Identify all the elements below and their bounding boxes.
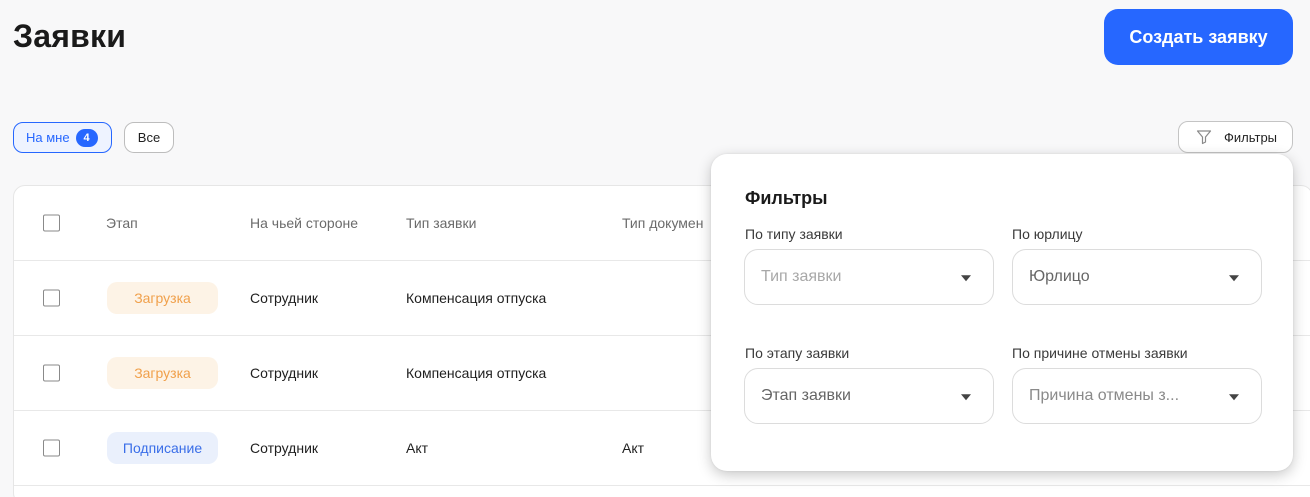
type-cell: Акт bbox=[406, 440, 429, 456]
create-request-button[interactable]: Создать заявку bbox=[1104, 9, 1293, 65]
column-header-stage[interactable]: Этап bbox=[106, 215, 138, 231]
side-cell: Сотрудник bbox=[250, 365, 319, 381]
column-header-type[interactable]: Тип заявки bbox=[406, 215, 476, 231]
row-checkbox[interactable] bbox=[43, 289, 60, 307]
row-checkbox[interactable] bbox=[43, 439, 60, 457]
side-cell: Сотрудник bbox=[250, 290, 319, 306]
funnel-icon bbox=[1196, 130, 1212, 145]
filter-label-legal-entity: По юрлицу bbox=[1012, 226, 1083, 242]
column-header-doc-type[interactable]: Тип докумен bbox=[622, 215, 703, 231]
stage-badge: Загрузка bbox=[107, 357, 218, 389]
filter-label-request-type: По типу заявки bbox=[745, 226, 843, 242]
chevron-down-icon bbox=[961, 275, 971, 282]
type-cell: Компенсация отпуска bbox=[406, 290, 547, 306]
column-header-side[interactable]: На чьей стороне bbox=[250, 215, 358, 231]
filter-label-cancel-reason: По причине отмены заявки bbox=[1012, 345, 1188, 361]
tab-all-label: Все bbox=[137, 130, 161, 145]
stage-placeholder: Этап заявки bbox=[761, 387, 851, 404]
stage-badge: Загрузка bbox=[107, 282, 218, 314]
select-all-checkbox[interactable] bbox=[43, 214, 60, 232]
filter-label-stage: По этапу заявки bbox=[745, 345, 850, 361]
filters-panel-title: Фильтры bbox=[745, 188, 828, 208]
request-type-placeholder: Тип заявки bbox=[761, 268, 842, 285]
tab-mine-count-badge: 4 bbox=[75, 128, 98, 147]
doc-type-cell: Акт bbox=[622, 440, 645, 456]
cancel-reason-placeholder: Причина отмены з... bbox=[1029, 387, 1180, 404]
filters-panel: Фильтры По типу заявки Тип заявки По юрл… bbox=[711, 154, 1293, 471]
cancel-reason-select[interactable]: Причина отмены з... bbox=[1012, 368, 1262, 424]
page-title: Заявки bbox=[13, 18, 127, 54]
filters-button-label: Фильтры bbox=[1224, 129, 1278, 145]
tab-mine-label: На мне bbox=[26, 130, 70, 145]
stage-badge: Подписание bbox=[107, 432, 218, 464]
request-type-select[interactable]: Тип заявки bbox=[744, 249, 994, 305]
legal-entity-select[interactable]: Юрлицо bbox=[1012, 249, 1262, 305]
filters-button[interactable]: Фильтры bbox=[1178, 121, 1293, 153]
chevron-down-icon bbox=[961, 394, 971, 401]
tab-mine[interactable]: На мне 4 bbox=[13, 122, 112, 153]
type-cell: Компенсация отпуска bbox=[406, 365, 547, 381]
legal-entity-placeholder: Юрлицо bbox=[1029, 268, 1090, 285]
row-checkbox[interactable] bbox=[43, 364, 60, 382]
tab-all[interactable]: Все bbox=[124, 122, 174, 153]
chevron-down-icon bbox=[1229, 275, 1239, 282]
chevron-down-icon bbox=[1229, 394, 1239, 401]
stage-select[interactable]: Этап заявки bbox=[744, 368, 994, 424]
side-cell: Сотрудник bbox=[250, 440, 319, 456]
